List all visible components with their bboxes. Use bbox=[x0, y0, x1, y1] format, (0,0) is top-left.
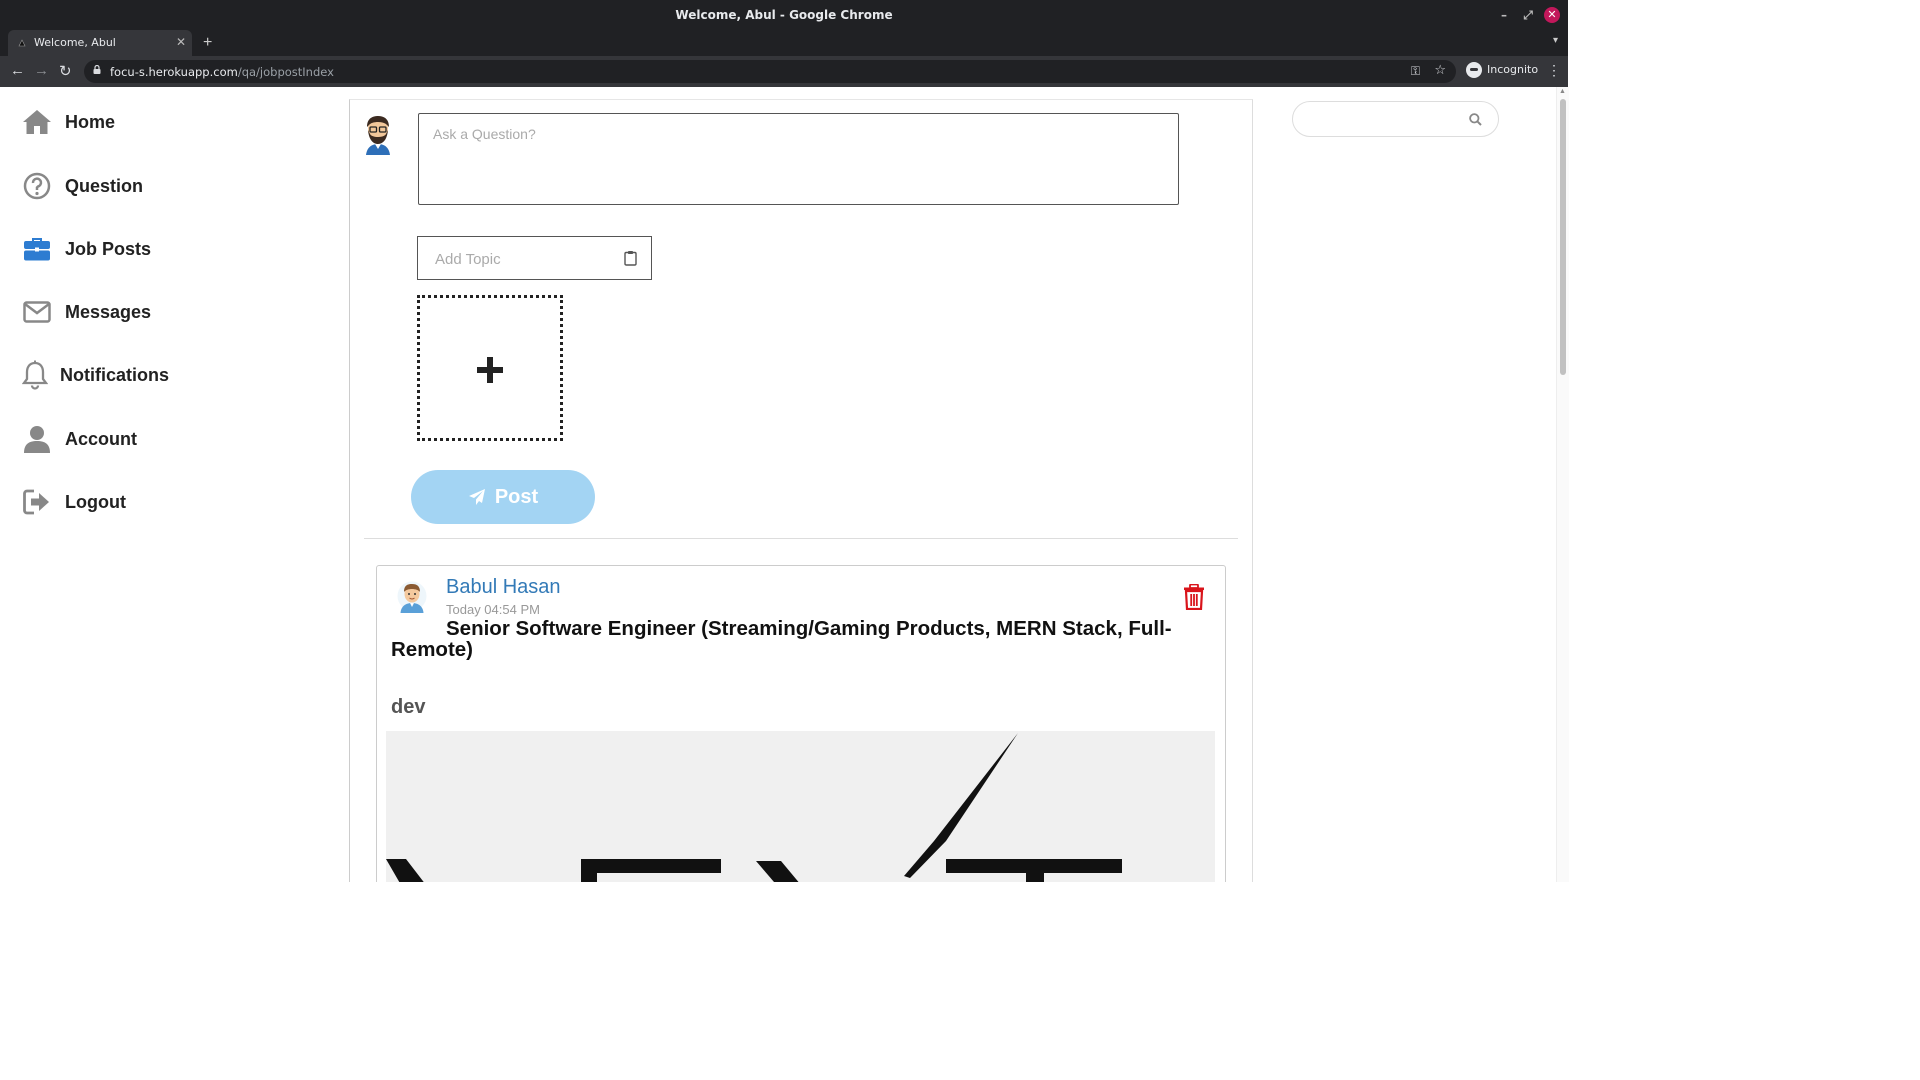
add-topic-field[interactable] bbox=[417, 236, 652, 281]
sidebar-item-account[interactable]: Account bbox=[22, 421, 137, 457]
window-titlebar: Welcome, Abul - Google Chrome – ⤢ ✕ bbox=[0, 0, 1568, 30]
close-window-icon[interactable]: ✕ bbox=[1544, 7, 1560, 23]
sidebar-item-notifications[interactable]: Notifications bbox=[20, 357, 169, 393]
author-avatar bbox=[397, 581, 427, 613]
tab-label: Welcome, Abul bbox=[34, 36, 116, 49]
back-icon[interactable]: ← bbox=[10, 62, 25, 79]
sidebar-item-label: Account bbox=[65, 428, 137, 449]
search-input[interactable] bbox=[1303, 108, 1467, 132]
bell-icon bbox=[20, 360, 50, 390]
post-author-name[interactable]: Babul Hasan bbox=[446, 576, 561, 599]
composer-divider bbox=[364, 538, 1238, 539]
plus-icon bbox=[477, 357, 503, 383]
sidebar-item-label: Question bbox=[65, 175, 144, 196]
post-image bbox=[386, 731, 1215, 882]
post-topic: dev bbox=[391, 696, 426, 718]
trash-icon[interactable] bbox=[1183, 584, 1205, 610]
reload-icon[interactable]: ↻ bbox=[59, 62, 72, 80]
incognito-indicator[interactable]: Incognito bbox=[1466, 62, 1538, 78]
post-title: Senior Software Engineer (Streaming/Gami… bbox=[391, 617, 1172, 661]
sidebar-item-question[interactable]: Question bbox=[22, 168, 143, 204]
favicon-icon bbox=[18, 39, 26, 47]
post-image-graphic bbox=[386, 731, 1215, 882]
address-bar[interactable]: focu-s.herokuapp.com/qa/jobpostIndex ⚿ ☆ bbox=[84, 60, 1456, 83]
browser-tab[interactable]: Welcome, Abul ✕ bbox=[8, 30, 192, 56]
post-button[interactable]: Post bbox=[411, 470, 595, 524]
current-user-avatar bbox=[366, 116, 390, 155]
incognito-label: Incognito bbox=[1487, 63, 1539, 76]
incognito-icon bbox=[1466, 62, 1482, 78]
page: Home Question Job Posts Messages Notific… bbox=[0, 87, 1568, 882]
window-title: Welcome, Abul - Google Chrome bbox=[675, 8, 893, 22]
sidebar-item-job-posts[interactable]: Job Posts bbox=[22, 231, 151, 267]
search-box[interactable] bbox=[1292, 101, 1499, 137]
tab-close-icon[interactable]: ✕ bbox=[176, 35, 186, 49]
new-tab-icon[interactable]: + bbox=[203, 34, 212, 52]
key-icon[interactable]: ⚿ bbox=[1411, 64, 1420, 79]
sidebar-item-label: Home bbox=[65, 111, 116, 132]
url-path: /qa/jobpostIndex bbox=[237, 65, 334, 79]
scroll-up-icon[interactable]: ▲ bbox=[1559, 88, 1566, 95]
sign-out-icon bbox=[22, 487, 52, 517]
lock-icon bbox=[93, 65, 101, 74]
sidebar-item-label: Logout bbox=[65, 491, 126, 512]
bookmark-star-icon[interactable]: ☆ bbox=[1434, 63, 1446, 78]
ask-question-input[interactable] bbox=[418, 113, 1179, 205]
home-icon bbox=[22, 107, 52, 137]
sidebar-item-label: Notifications bbox=[60, 364, 170, 385]
url-host: focu-s.herokuapp.com bbox=[110, 65, 238, 79]
scrollbar-thumb[interactable] bbox=[1560, 99, 1566, 375]
url-text: focu-s.herokuapp.com/qa/jobpostIndex bbox=[110, 65, 334, 79]
sidebar-item-home[interactable]: Home bbox=[22, 104, 115, 140]
sidebar-item-logout[interactable]: Logout bbox=[22, 484, 126, 520]
envelope-icon bbox=[22, 297, 52, 327]
sidebar-item-label: Job Posts bbox=[65, 238, 152, 259]
sidebar-item-messages[interactable]: Messages bbox=[22, 294, 151, 330]
maximize-icon[interactable]: ⤢ bbox=[1520, 7, 1536, 23]
search-icon[interactable] bbox=[1469, 113, 1482, 126]
minimize-icon[interactable]: – bbox=[1496, 7, 1512, 23]
forward-icon[interactable]: → bbox=[34, 62, 49, 79]
add-topic-input[interactable] bbox=[418, 237, 627, 281]
paper-plane-icon bbox=[468, 489, 485, 505]
page-scrollbar[interactable]: ▲ bbox=[1556, 87, 1569, 882]
question-circle-icon bbox=[22, 171, 52, 201]
chrome-menu-icon[interactable]: ⋮ bbox=[1547, 62, 1561, 79]
post-button-label: Post bbox=[494, 485, 539, 508]
image-upload-box[interactable] bbox=[417, 295, 563, 441]
sidebar-item-label: Messages bbox=[65, 301, 152, 322]
browser-toolbar: ← → ↻ focu-s.herokuapp.com/qa/jobpostInd… bbox=[0, 56, 1568, 87]
tab-strip: Welcome, Abul ✕ + ▾ bbox=[0, 30, 1568, 56]
post-timestamp: Today 04:54 PM bbox=[446, 602, 540, 617]
tab-search-icon[interactable]: ▾ bbox=[1553, 35, 1558, 46]
clipboard-icon[interactable] bbox=[624, 250, 637, 266]
user-icon bbox=[22, 424, 52, 454]
briefcase-icon bbox=[22, 234, 52, 264]
job-post-card: Babul Hasan Today 04:54 PM Senior Softwa… bbox=[376, 565, 1226, 882]
